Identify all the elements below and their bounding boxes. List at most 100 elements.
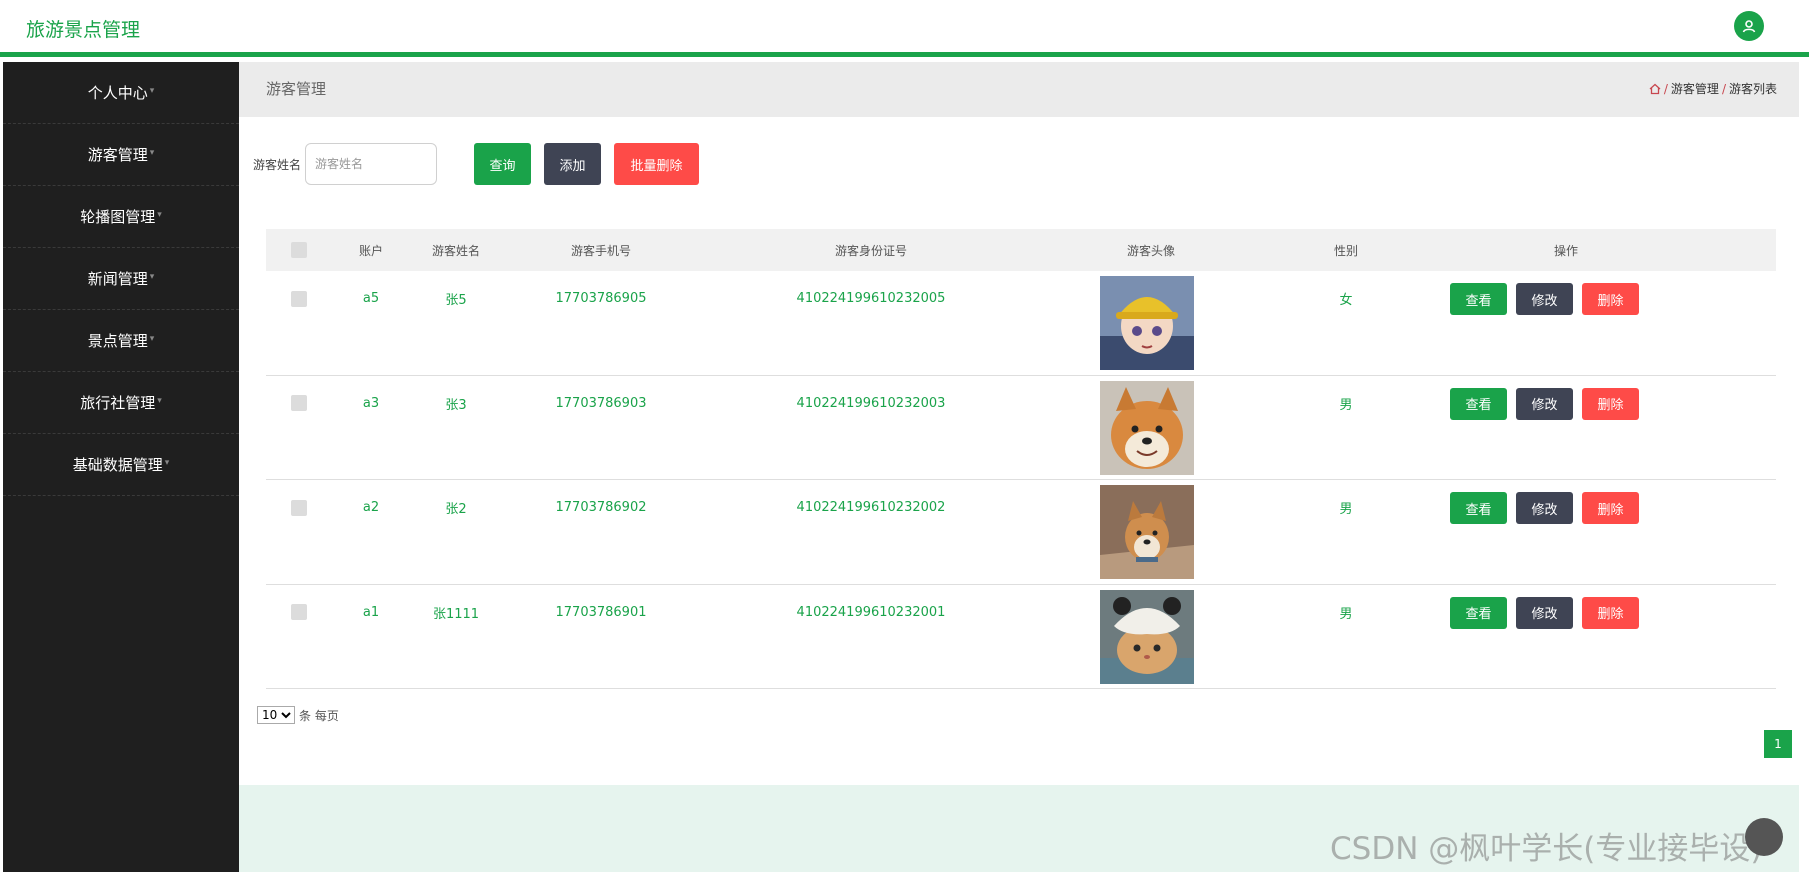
cell-gender: 男 xyxy=(1339,397,1353,413)
cell-id-card: 410224199610232002 xyxy=(796,500,946,515)
table-row: a5 张5 17703786905 410224199610232005 女 查… xyxy=(266,271,1776,376)
home-icon[interactable] xyxy=(1649,83,1661,95)
view-button[interactable]: 查看 xyxy=(1450,596,1507,629)
cell-account: a2 xyxy=(362,500,380,515)
sidebar-item-label: 旅行社管理 xyxy=(80,394,156,412)
table-row: a2 张2 17703786902 410224199610232002 男 查… xyxy=(266,480,1776,585)
top-header: 旅游景点管理 xyxy=(0,0,1809,57)
visitor-avatar-image xyxy=(1100,485,1194,579)
watermark: CSDN @枫叶学长(专业接毕设) xyxy=(1330,831,1763,867)
sidebar-item-label: 游客管理 xyxy=(87,146,148,164)
row-actions: 查看 修改 删除 xyxy=(1450,283,1639,315)
sidebar: 个人中心 ▾ 游客管理 ▾ 轮播图管理 ▾ 新闻管理 ▾ 景点管理 ▾ 旅行社管理 ▾ 基础… xyxy=(3,62,239,872)
pagination-page-button[interactable]: 1 xyxy=(1764,730,1792,758)
cell-id-card: 410224199610232001 xyxy=(796,604,946,620)
user-icon[interactable] xyxy=(1734,11,1764,41)
row-checkbox[interactable] xyxy=(284,585,314,640)
column-header-avatar: 游客头像 xyxy=(1126,243,1175,258)
cell-account: a1 xyxy=(362,604,380,620)
column-header-id-card: 游客身份证号 xyxy=(834,243,907,258)
view-button[interactable]: 查看 xyxy=(1450,492,1507,524)
cell-gender: 男 xyxy=(1339,606,1353,622)
sidebar-item-agency-management[interactable]: 旅行社管理 ▾ xyxy=(3,372,239,434)
table-header: 账户 游客姓名 游客手机号 游客身份证号 游客头像 性别 操作 xyxy=(266,229,1776,271)
select-all-checkbox[interactable] xyxy=(284,229,314,271)
visitor-table: 账户 游客姓名 游客手机号 游客身份证号 游客头像 性别 操作 a5 张5 17… xyxy=(266,229,1776,689)
cell-phone: 17703786905 xyxy=(555,291,647,306)
row-checkbox[interactable] xyxy=(284,271,314,326)
table-row: a1 张1111 17703786901 410224199610232001 … xyxy=(266,584,1776,689)
cell-name: 张2 xyxy=(445,502,467,517)
main-content: 游客管理 / 游客管理 / 游客列表 游客姓名 查询 添加 批量删除 账户 游客… xyxy=(239,62,1799,872)
chevron-down-icon: ▾ xyxy=(164,457,170,468)
cell-gender: 男 xyxy=(1339,502,1353,517)
cell-name: 张3 xyxy=(445,397,467,413)
chevron-down-icon: ▾ xyxy=(157,395,162,406)
visitor-avatar-image xyxy=(1100,380,1194,475)
visitor-avatar-image xyxy=(1100,276,1194,370)
page-title: 游客管理 xyxy=(266,80,327,98)
edit-button[interactable]: 修改 xyxy=(1516,596,1573,629)
cell-name: 张5 xyxy=(445,293,467,308)
batch-delete-button[interactable]: 批量删除 xyxy=(614,143,699,185)
search-label: 游客姓名 xyxy=(253,157,302,172)
breadcrumb-item-visitor-management[interactable]: 游客管理 xyxy=(1671,80,1719,97)
visitor-avatar-image xyxy=(1100,589,1194,684)
delete-button[interactable]: 删除 xyxy=(1582,283,1639,315)
column-header-operations: 操作 xyxy=(1553,243,1578,258)
chevron-down-icon: ▾ xyxy=(149,147,155,158)
chevron-down-icon: ▾ xyxy=(149,271,155,282)
search-input[interactable] xyxy=(305,143,438,185)
row-checkbox[interactable] xyxy=(284,376,314,431)
sidebar-item-news-management[interactable]: 新闻管理 ▾ xyxy=(3,248,239,310)
app-title: 旅游景点管理 xyxy=(26,19,141,41)
sidebar-item-label: 景点管理 xyxy=(87,332,148,350)
row-checkbox[interactable] xyxy=(284,480,314,535)
cell-phone: 17703786901 xyxy=(555,604,647,620)
page-size-select[interactable]: 10 xyxy=(257,706,295,724)
view-button[interactable]: 查看 xyxy=(1450,283,1507,315)
column-header-gender: 性别 xyxy=(1333,243,1358,258)
cell-name: 张1111 xyxy=(432,606,480,622)
sidebar-item-basic-data-management[interactable]: 基础数据管理 ▾ xyxy=(3,434,239,496)
table-row: a3 张3 17703786903 410224199610232003 男 查… xyxy=(266,375,1776,480)
row-actions: 查看 修改 删除 xyxy=(1450,596,1639,629)
cell-phone: 17703786902 xyxy=(555,500,647,515)
sidebar-item-label: 个人中心 xyxy=(87,84,148,102)
page-header: 游客管理 / 游客管理 / 游客列表 xyxy=(239,62,1799,117)
search-bar: 游客姓名 xyxy=(253,143,438,185)
row-actions: 查看 修改 删除 xyxy=(1450,387,1639,420)
sidebar-item-scenic-management[interactable]: 景点管理 ▾ xyxy=(3,310,239,372)
add-button[interactable]: 添加 xyxy=(544,143,601,185)
user-icon-glyph xyxy=(1742,20,1756,33)
back-to-top-icon[interactable] xyxy=(1745,818,1783,856)
sidebar-item-personal-center[interactable]: 个人中心 ▾ xyxy=(3,62,239,124)
page-size-control: 10 条 每页 xyxy=(257,706,339,724)
view-button[interactable]: 查看 xyxy=(1450,387,1507,420)
delete-button[interactable]: 删除 xyxy=(1582,492,1639,524)
chevron-down-icon: ▾ xyxy=(149,333,155,344)
edit-button[interactable]: 修改 xyxy=(1516,283,1573,315)
cell-account: a5 xyxy=(362,291,380,306)
sidebar-item-visitor-management[interactable]: 游客管理 ▾ xyxy=(3,124,239,186)
sidebar-item-label: 基础数据管理 xyxy=(72,456,163,474)
breadcrumb: / 游客管理 / 游客列表 xyxy=(1649,80,1777,97)
edit-button[interactable]: 修改 xyxy=(1516,492,1573,524)
row-actions: 查看 修改 删除 xyxy=(1450,492,1639,524)
breadcrumb-separator: / xyxy=(1721,81,1726,96)
query-button[interactable]: 查询 xyxy=(474,143,531,185)
delete-button[interactable]: 删除 xyxy=(1582,596,1639,629)
sidebar-item-label: 新闻管理 xyxy=(87,270,148,288)
column-header-phone: 游客手机号 xyxy=(570,243,631,258)
edit-button[interactable]: 修改 xyxy=(1516,387,1573,420)
sidebar-item-carousel-management[interactable]: 轮播图管理 ▾ xyxy=(3,186,239,248)
breadcrumb-item-visitor-list: 游客列表 xyxy=(1728,82,1777,96)
column-header-name: 游客姓名 xyxy=(431,243,480,258)
page-size-suffix: 条 每页 xyxy=(299,708,339,723)
chevron-down-icon: ▾ xyxy=(157,209,162,220)
cell-account: a3 xyxy=(362,395,380,411)
chevron-down-icon: ▾ xyxy=(149,85,155,96)
column-header-account: 账户 xyxy=(358,243,383,258)
delete-button[interactable]: 删除 xyxy=(1582,387,1639,420)
breadcrumb-separator: / xyxy=(1663,81,1668,96)
